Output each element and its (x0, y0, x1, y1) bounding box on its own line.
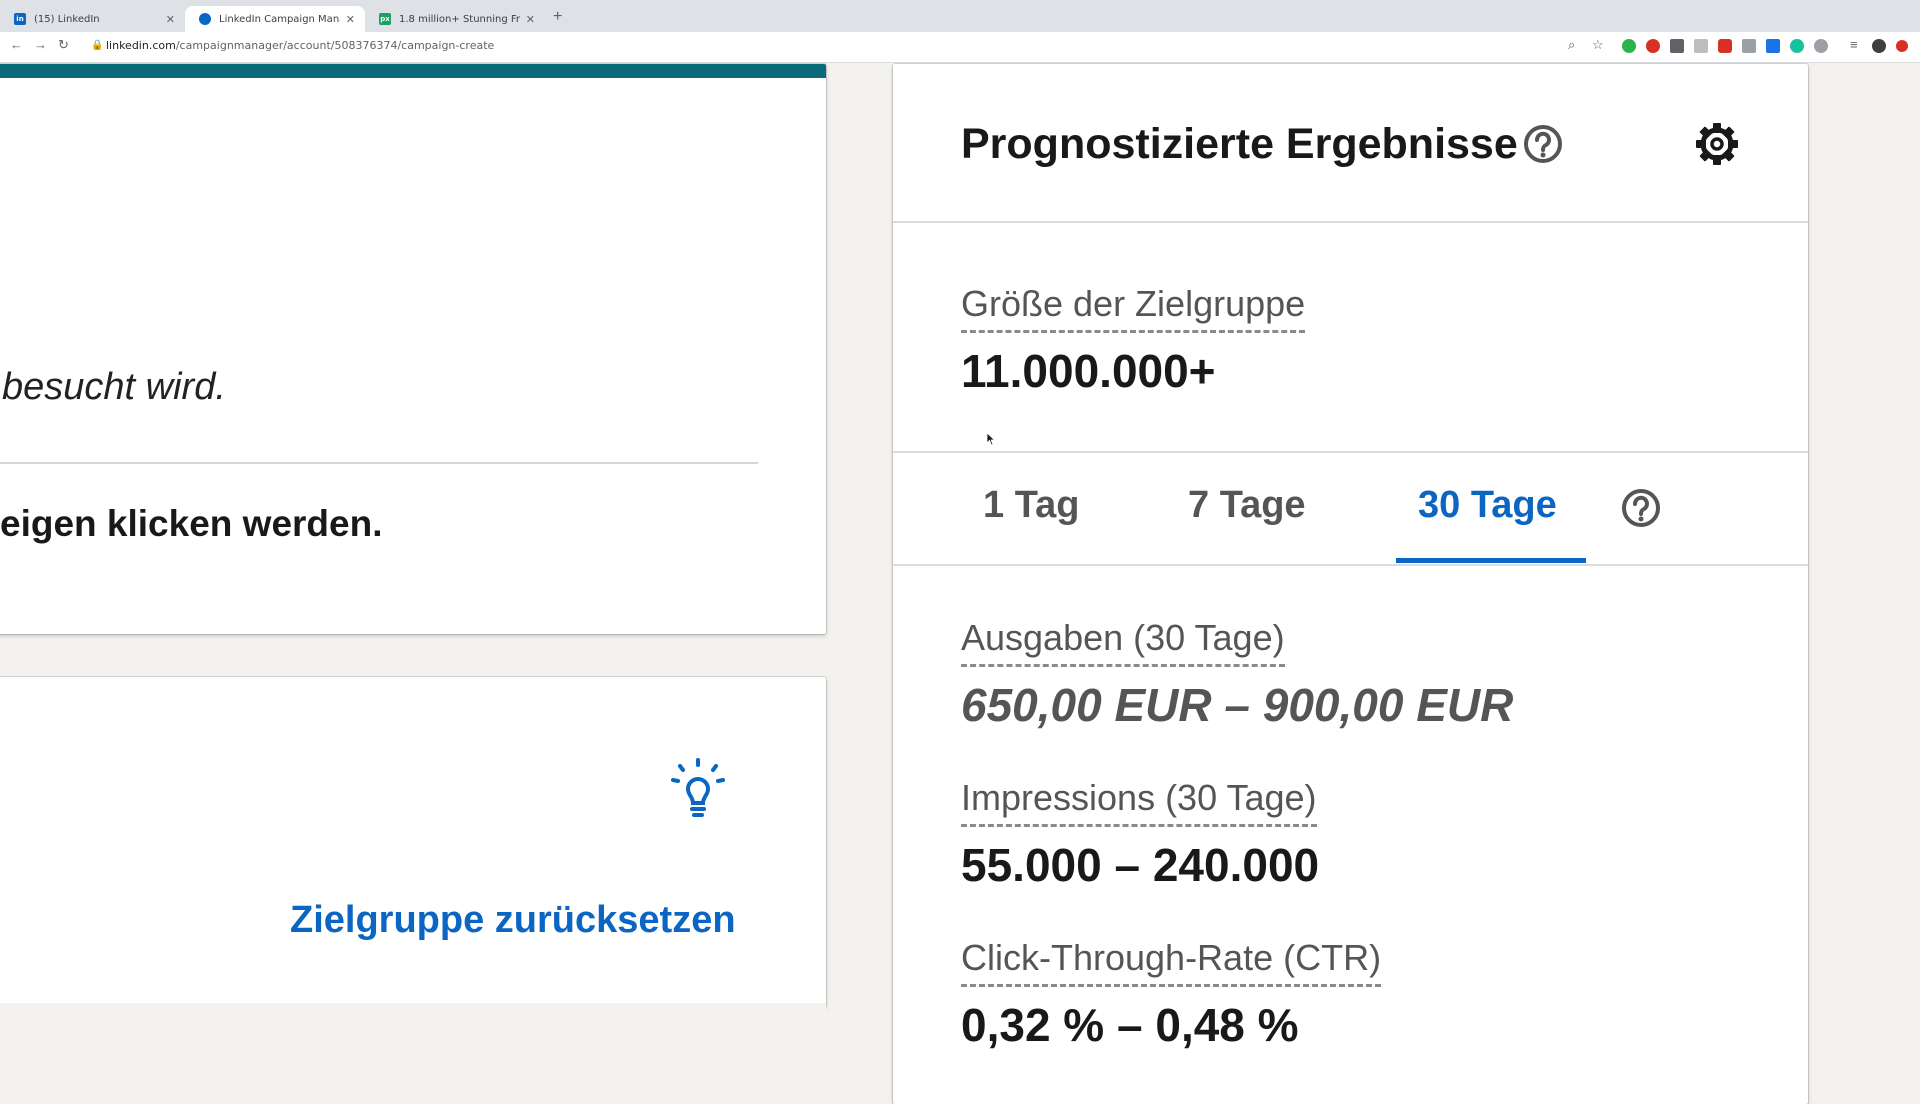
divider (0, 462, 758, 464)
impressions-label[interactable]: Impressions (30 Tage) (961, 778, 1317, 827)
extension-icon[interactable] (1766, 39, 1780, 53)
browser-tab-linkedin[interactable]: in (15) LinkedIn ✕ (0, 6, 185, 32)
extension-icon[interactable] (1646, 39, 1660, 53)
lock-icon: 🔒 (91, 40, 104, 51)
tab-1-day[interactable]: 1 Tag (983, 484, 1079, 527)
close-icon[interactable]: ✕ (346, 13, 355, 26)
ctr-label[interactable]: Click-Through-Rate (CTR) (961, 938, 1382, 987)
address-bar: ← → ↻ 🔒 linkedin.com/campaignmanager/acc… (0, 32, 1920, 63)
tab-title: 1.8 million+ Stunning Free Ima... (399, 13, 520, 25)
extension-icon[interactable] (1790, 39, 1804, 53)
extension-icon[interactable] (1718, 39, 1732, 53)
extension-icon[interactable] (1694, 39, 1708, 53)
selected-tab-indicator (1396, 558, 1586, 563)
extension-icon[interactable] (1670, 39, 1684, 53)
divider (893, 564, 1808, 566)
zoom-icon[interactable]: ⌕ (1568, 37, 1575, 53)
close-icon[interactable]: ✕ (526, 13, 535, 26)
forward-icon[interactable]: → (34, 37, 47, 52)
divider (893, 221, 1808, 223)
help-icon[interactable] (1621, 488, 1661, 528)
new-tab-button[interactable]: + (553, 8, 562, 26)
reset-audience-link[interactable]: Zielgruppe zurücksetzen (290, 899, 736, 942)
browser-tab-campaign-manager[interactable]: LinkedIn Campaign Manager ✕ (185, 6, 365, 32)
accent-bar (0, 64, 826, 78)
lightbulb-icon (671, 758, 725, 817)
gear-icon[interactable] (1695, 122, 1739, 166)
mouse-cursor-icon (986, 432, 996, 446)
extension-icon[interactable] (1622, 39, 1636, 53)
linkedin-favicon-icon: in (14, 13, 26, 25)
back-icon[interactable]: ← (10, 37, 23, 52)
tab-title: (15) LinkedIn (34, 13, 100, 25)
audience-size-label[interactable]: Größe der Zielgruppe (961, 284, 1306, 333)
extension-icon[interactable] (1742, 39, 1756, 53)
ctr-value: 0,32 % – 0,48 % (961, 999, 1299, 1051)
audience-size-value: 11.000.000+ (961, 345, 1216, 397)
avatar[interactable] (1872, 39, 1886, 53)
tab-title: LinkedIn Campaign Manager (219, 13, 340, 25)
campaign-manager-favicon-icon (199, 13, 211, 25)
forecast-title: Prognostizierte Ergebnisse (961, 120, 1518, 168)
spend-value: 650,00 EUR – 900,00 EUR (961, 679, 1514, 731)
description-text: besucht wird. (2, 366, 226, 408)
impressions-value: 55.000 – 240.000 (961, 839, 1320, 891)
reload-icon[interactable]: ↻ (58, 37, 69, 53)
help-icon[interactable] (1523, 124, 1563, 164)
extension-icon[interactable] (1814, 39, 1828, 53)
audience-actions-card: Zielgruppe zurücksetzen (0, 677, 826, 1007)
bookmark-star-icon[interactable]: ☆ (1592, 37, 1604, 53)
audience-description-card: besucht wird. eigen klicken werden. (0, 64, 826, 634)
divider (893, 451, 1808, 453)
url-field[interactable]: linkedin.com/campaignmanager/account/508… (106, 39, 494, 52)
reading-list-icon[interactable]: ≡ (1850, 37, 1858, 52)
browser-tab-free-images[interactable]: px 1.8 million+ Stunning Free Ima... ✕ (365, 6, 545, 32)
tab-7-days[interactable]: 7 Tage (1188, 484, 1306, 527)
forecast-results-card: Prognostizierte Ergebnisse Größe der Zie… (893, 64, 1808, 1104)
tab-30-days[interactable]: 30 Tage (1418, 484, 1557, 527)
description-heading: eigen klicken werden. (0, 503, 383, 544)
close-icon[interactable]: ✕ (166, 13, 175, 26)
spend-label[interactable]: Ausgaben (30 Tage) (961, 618, 1285, 667)
browser-tab-bar: in (15) LinkedIn ✕ LinkedIn Campaign Man… (0, 0, 1920, 32)
extension-icon[interactable] (1896, 40, 1908, 52)
pixabay-favicon-icon: px (379, 13, 391, 25)
